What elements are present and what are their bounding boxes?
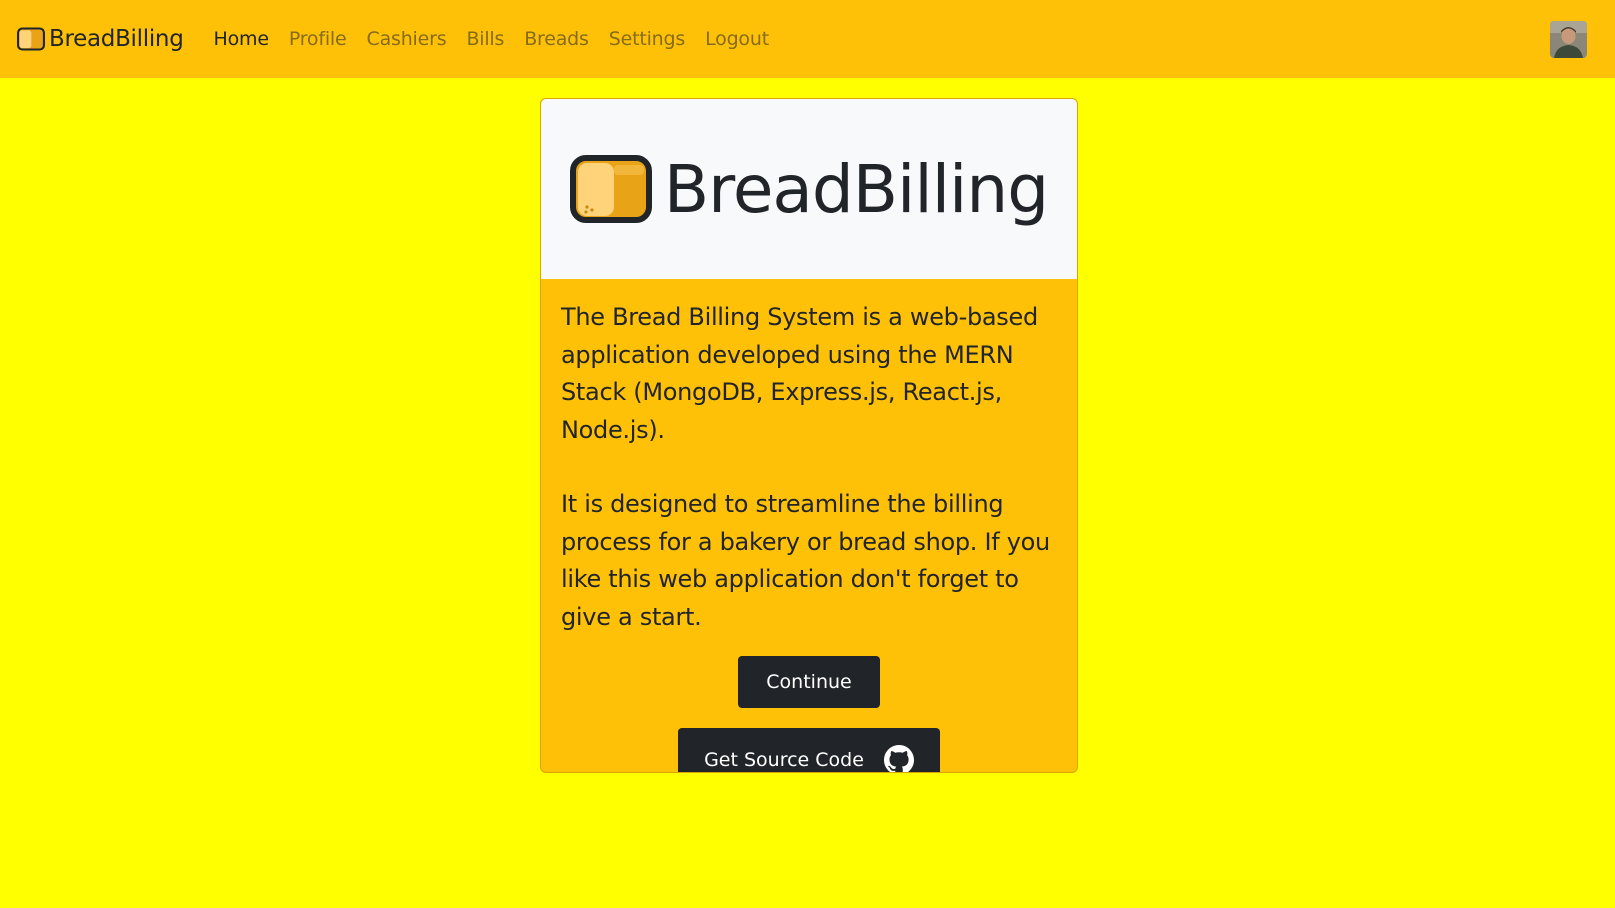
description-paragraph-1: The Bread Billing System is a web-based … [561,303,1038,444]
nav-breads[interactable]: Breads [524,28,589,50]
card-header: BreadBilling [541,99,1077,279]
nav-settings[interactable]: Settings [609,28,686,50]
get-source-code-button[interactable]: Get Source Code [678,728,940,772]
nav-bills[interactable]: Bills [466,28,504,50]
nav-home[interactable]: Home [214,28,270,50]
nav-cashiers[interactable]: Cashiers [367,28,447,50]
navbar: BreadBilling Home Profile Cashiers Bills… [0,0,1615,78]
nav-links: Home Profile Cashiers Bills Breads Setti… [214,28,789,50]
avatar-image-icon [1550,21,1587,58]
source-label: Get Source Code [704,749,864,771]
continue-label: Continue [766,671,852,693]
description-paragraph-2: It is designed to streamline the billing… [561,490,1050,631]
card-title: BreadBilling [663,150,1049,228]
card-body: The Bread Billing System is a web-based … [541,279,1077,772]
github-icon [883,745,914,772]
bread-logo-icon [17,27,45,51]
welcome-card: BreadBilling The Bread Billing System is… [540,98,1078,773]
user-avatar[interactable] [1550,21,1587,58]
nav-logout[interactable]: Logout [705,28,769,50]
bread-icon [569,155,652,223]
description: The Bread Billing System is a web-based … [561,299,1057,636]
continue-button[interactable]: Continue [738,656,880,708]
nav-profile[interactable]: Profile [289,28,347,50]
brand-link[interactable]: BreadBilling [17,26,184,52]
brand-name: BreadBilling [49,26,184,52]
